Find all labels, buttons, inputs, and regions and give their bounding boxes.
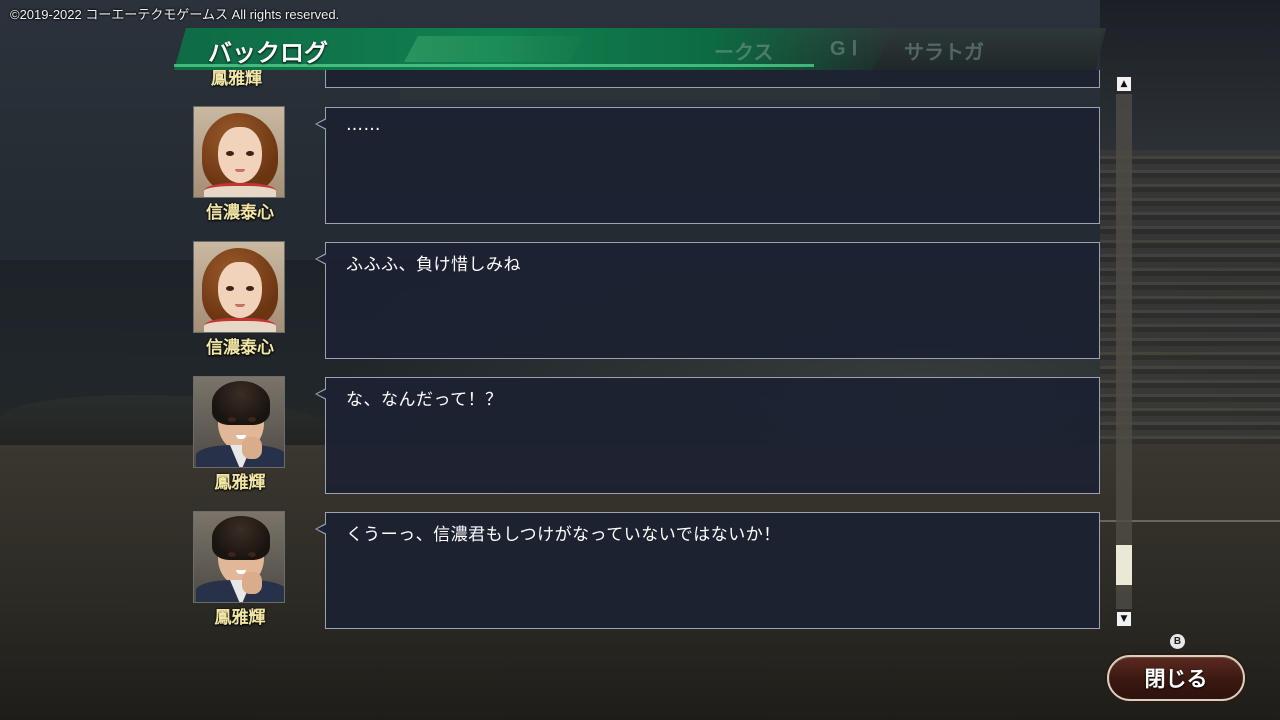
copyright-notice: ©2019-2022 コーエーテクモゲームス All rights reserv… [10,7,340,22]
speaker-name: 鳳雅輝 [214,473,266,493]
female-portrait [193,241,285,333]
header-ghost-text: GⅠ [830,38,864,60]
speaker-name: 信濃泰心 [206,338,274,358]
list-item: 鳳雅輝 な、なんだって！？ [190,376,1110,511]
male-portrait [193,511,285,603]
message-bubble: ふふふ、負け惜しみね [315,242,1100,359]
b-button-hint-icon: B [1170,634,1185,649]
message-bubble: …… [315,107,1100,224]
header-stripe [404,36,584,62]
close-button-label: 閉じる [1144,667,1208,691]
list-item: 信濃泰心 …… [190,106,1110,241]
backlog-list[interactable]: 鳳雅輝 信濃泰心 …… 信濃泰心 ふふふ、負け惜しみね 鳳雅輝 な、なんだって！… [190,70,1110,630]
message-text: な、なんだって！？ [346,390,503,410]
speaker-name: 信濃泰心 [206,203,274,223]
page-title: バックログ [208,40,328,67]
message-text: ふふふ、負け惜しみね [346,255,521,275]
message-text: くうーっ、信濃君もしつけがなっていないではないか！ [346,525,781,545]
male-portrait [193,376,285,468]
message-bubble: な、なんだって！？ [315,377,1100,494]
message-bubble [325,70,1100,88]
arrow-down-icon[interactable]: ▼ [1116,611,1132,627]
arrow-up-icon[interactable]: ▲ [1116,76,1132,92]
scroll-thumb[interactable] [1116,545,1132,586]
message-text: …… [346,115,381,135]
scroll-track[interactable] [1116,94,1132,609]
message-bubble: くうーっ、信濃君もしつけがなっていないではないか！ [315,512,1100,629]
list-item: 信濃泰心 ふふふ、負け惜しみね [190,241,1110,376]
list-item: 鳳雅輝 くうーっ、信濃君もしつけがなっていないではないか！ [190,511,1110,630]
speaker-name: 鳳雅輝 [211,70,262,89]
female-portrait [193,106,285,198]
header-ghost-text: サラトガ [904,42,984,64]
backlog-header: バックログ ークス GⅠ サラトガ [174,28,1106,70]
speaker-name: 鳳雅輝 [214,608,266,628]
header-ghost-text: ークス [714,42,774,64]
close-button[interactable]: 閉じる [1107,655,1245,701]
